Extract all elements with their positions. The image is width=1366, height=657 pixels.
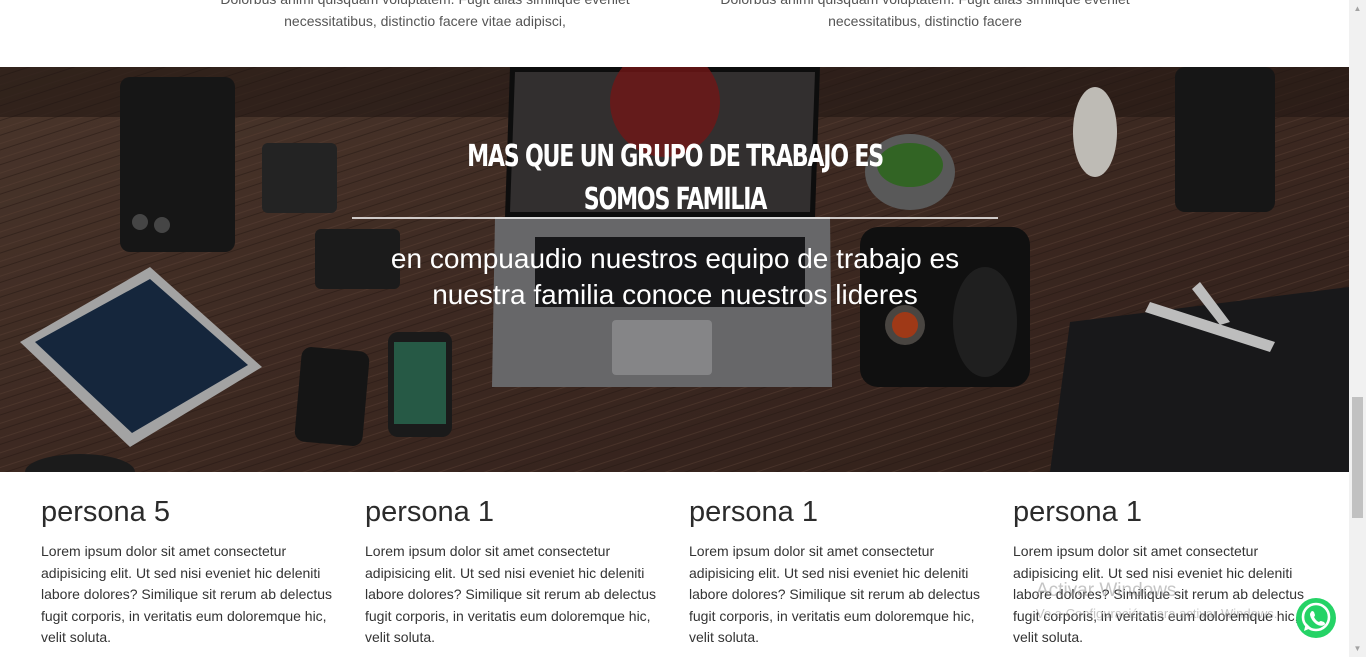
member-description: Lorem ipsum dolor sit amet consectetur a…: [41, 543, 333, 645]
member-description: Lorem ipsum dolor sit amet consectetur a…: [1013, 543, 1305, 645]
hero-banner: MAS QUE UN GRUPO DE TRABAJO ES SOMOS FAM…: [0, 67, 1349, 472]
member-description: Lorem ipsum dolor sit amet consectetur a…: [365, 543, 657, 645]
member-name: persona 1: [1013, 496, 1142, 528]
top-cards: Dolorbus animi quisquam voluptatem. Fugi…: [0, 0, 1349, 66]
hero-divider: [352, 217, 998, 219]
top-card-text: Dolorbus animi quisquam voluptatem. Fugi…: [680, 0, 1170, 32]
team-member-card: persona 1 Lorem ipsum dolor sit amet con…: [365, 492, 665, 649]
scroll-up-icon[interactable]: ▲: [1349, 0, 1366, 17]
hero-subtitle: en compuaudio nuestros equipo de trabajo…: [390, 243, 960, 310]
scrollbar-thumb[interactable]: [1352, 397, 1363, 518]
member-name: persona 5: [41, 496, 170, 528]
vertical-scrollbar[interactable]: ▲ ▼: [1349, 0, 1366, 657]
top-card-line: necessitatibus, distinctio facere vitae …: [284, 13, 566, 29]
hero-title: MAS QUE UN GRUPO DE TRABAJO ES SOMOS FAM…: [467, 138, 884, 217]
member-name: persona 1: [365, 496, 494, 528]
team-member-card: persona 1 Lorem ipsum dolor sit amet con…: [689, 492, 989, 649]
team-member-card: persona 5 Lorem ipsum dolor sit amet con…: [41, 492, 341, 649]
whatsapp-icon[interactable]: [1295, 597, 1337, 639]
top-card-line: Dolorbus animi quisquam voluptatem. Fugi…: [180, 0, 670, 10]
top-card-text: Dolorbus animi quisquam voluptatem. Fugi…: [180, 0, 670, 32]
top-card-line: necessitatibus, distinctio facere: [828, 13, 1022, 29]
team-member-card: persona 1 Lorem ipsum dolor sit amet con…: [1013, 492, 1313, 649]
member-description: Lorem ipsum dolor sit amet consectetur a…: [689, 543, 981, 645]
top-card-line: Dolorbus animi quisquam voluptatem. Fugi…: [680, 0, 1170, 10]
member-name: persona 1: [689, 496, 818, 528]
page: Dolorbus animi quisquam voluptatem. Fugi…: [0, 0, 1349, 657]
scroll-down-icon[interactable]: ▼: [1349, 640, 1366, 657]
